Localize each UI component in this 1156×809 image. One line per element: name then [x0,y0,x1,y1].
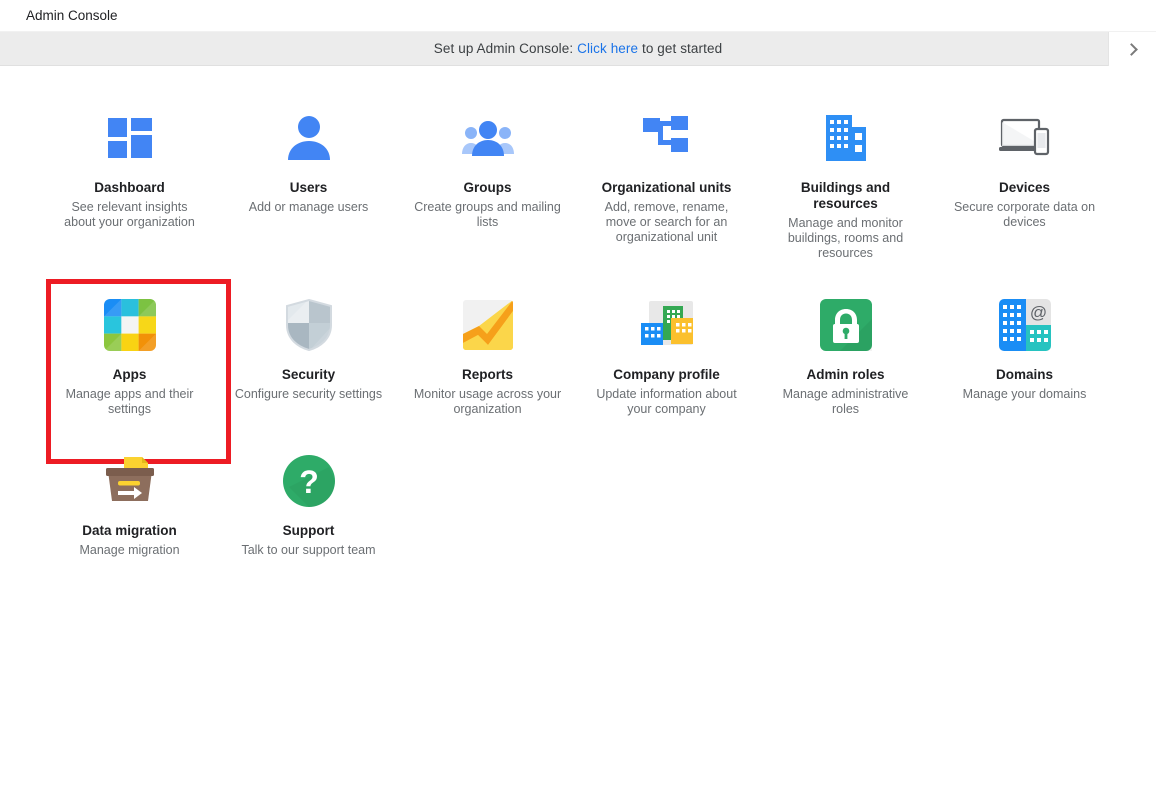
tile-label: Organizational units [601,180,732,195]
question-circle-icon-wrap: ? [281,453,337,509]
setup-banner-suffix: to get started [638,41,723,56]
tile-description: Manage your domains [962,387,1087,401]
tile-label: Domains [995,367,1053,382]
tile-users[interactable]: Users Add or manage users [219,88,398,275]
setup-banner-text: Set up Admin Console: Click here to get … [434,41,722,56]
dashboard-grid-icon-wrap [102,110,158,166]
apps-color-grid-icon-wrap [102,297,158,353]
tile-data-migration[interactable]: Data migration Manage migration [40,431,219,572]
window-titlebar: Admin Console [0,0,1156,32]
tile-label: Data migration [82,523,177,538]
company-buildings-icon-wrap [639,297,695,353]
tile-description: Create groups and mailing lists [414,200,561,229]
people-group-icon-wrap [460,110,516,166]
tile-label: Devices [998,180,1051,195]
building-icon-wrap [818,110,874,166]
tile-domains[interactable]: @ Domains Manage your domains [935,275,1114,431]
dashboard-grid-icon [107,118,152,158]
tile-description: See relevant insights about your organiz… [64,200,195,229]
people-group-icon [461,121,514,156]
tile-label: Security [281,367,336,382]
setup-banner-prefix: Set up Admin Console: [433,41,578,56]
admin-tile-grid: Dashboard See relevant insights about you… [40,66,1156,572]
tile-label: Dashboard [94,180,165,195]
person-icon-wrap [281,110,337,166]
tile-description: Monitor usage across your organization [413,387,562,416]
tile-security[interactable]: Security Configure security settings [219,275,398,431]
padlock-icon [819,299,872,351]
tile-label: Buildings and resources [800,180,891,211]
tile-label: Reports [461,367,513,382]
shield-icon [285,299,332,351]
tile-label: Users [289,180,328,195]
setup-banner-link[interactable]: Click here [577,41,638,56]
tile-description: Add, remove, rename, move or search for … [604,200,729,244]
tile-description: Manage apps and their settings [65,387,194,416]
tile-description: Secure corporate data on devices [953,200,1096,229]
apps-color-grid-icon [103,299,156,351]
tile-description: Manage administrative roles [782,387,909,416]
domain-at-icon-wrap: @ [997,297,1053,353]
banner-next-button[interactable] [1108,32,1156,66]
chevron-right-icon [1124,42,1138,56]
analytics-chart-icon [462,300,513,350]
question-circle-icon: ? [282,455,335,507]
tile-label: Admin roles [806,367,885,382]
laptop-phone-icon [998,118,1049,156]
migration-box-icon-wrap [102,453,158,509]
tile-groups[interactable]: Groups Create groups and mailing lists [398,88,577,275]
tile-support[interactable]: ? Support Talk to our support team [219,431,398,572]
padlock-icon-wrap [818,297,874,353]
tile-label: Groups [463,180,512,195]
tile-description: Configure security settings [234,387,383,401]
tile-admin-roles[interactable]: Admin roles Manage administrative roles [756,275,935,431]
tile-description: Talk to our support team [241,543,376,557]
building-icon [825,115,866,161]
person-icon [287,116,330,160]
tile-description: Manage and monitor buildings, rooms and … [787,216,904,260]
svg-text:?: ? [299,464,319,500]
org-tree-icon [642,116,688,152]
shield-icon-wrap [281,297,337,353]
tile-description: Update information about your company [596,387,737,416]
tile-devices[interactable]: Devices Secure corporate data on devices [935,88,1114,275]
migration-box-icon [105,457,154,501]
tile-company-profile[interactable]: Company profile Update information about … [577,275,756,431]
setup-banner: Set up Admin Console: Click here to get … [0,32,1156,66]
window-title: Admin Console [26,8,118,23]
tile-dashboard[interactable]: Dashboard See relevant insights about you… [40,88,219,275]
org-tree-icon-wrap [639,110,695,166]
tile-label: Company profile [613,367,720,382]
svg-text:@: @ [1029,303,1046,322]
company-buildings-icon [640,301,693,345]
tile-organizational-units[interactable]: Organizational units Add, remove, rename,… [577,88,756,275]
tile-description: Add or manage users [248,200,369,214]
analytics-chart-icon-wrap [460,297,516,353]
tile-apps[interactable]: Apps Manage apps and their settings [40,275,231,464]
tile-label: Apps [112,367,147,382]
tile-description: Manage migration [79,543,180,557]
tile-reports[interactable]: Reports Monitor usage across your organiz… [398,275,577,431]
laptop-phone-icon-wrap [997,110,1053,166]
tile-buildings-and-resources[interactable]: Buildings and resources Manage and monito… [756,88,935,275]
domain-at-icon: @ [998,299,1051,351]
tile-label: Support [282,523,335,538]
